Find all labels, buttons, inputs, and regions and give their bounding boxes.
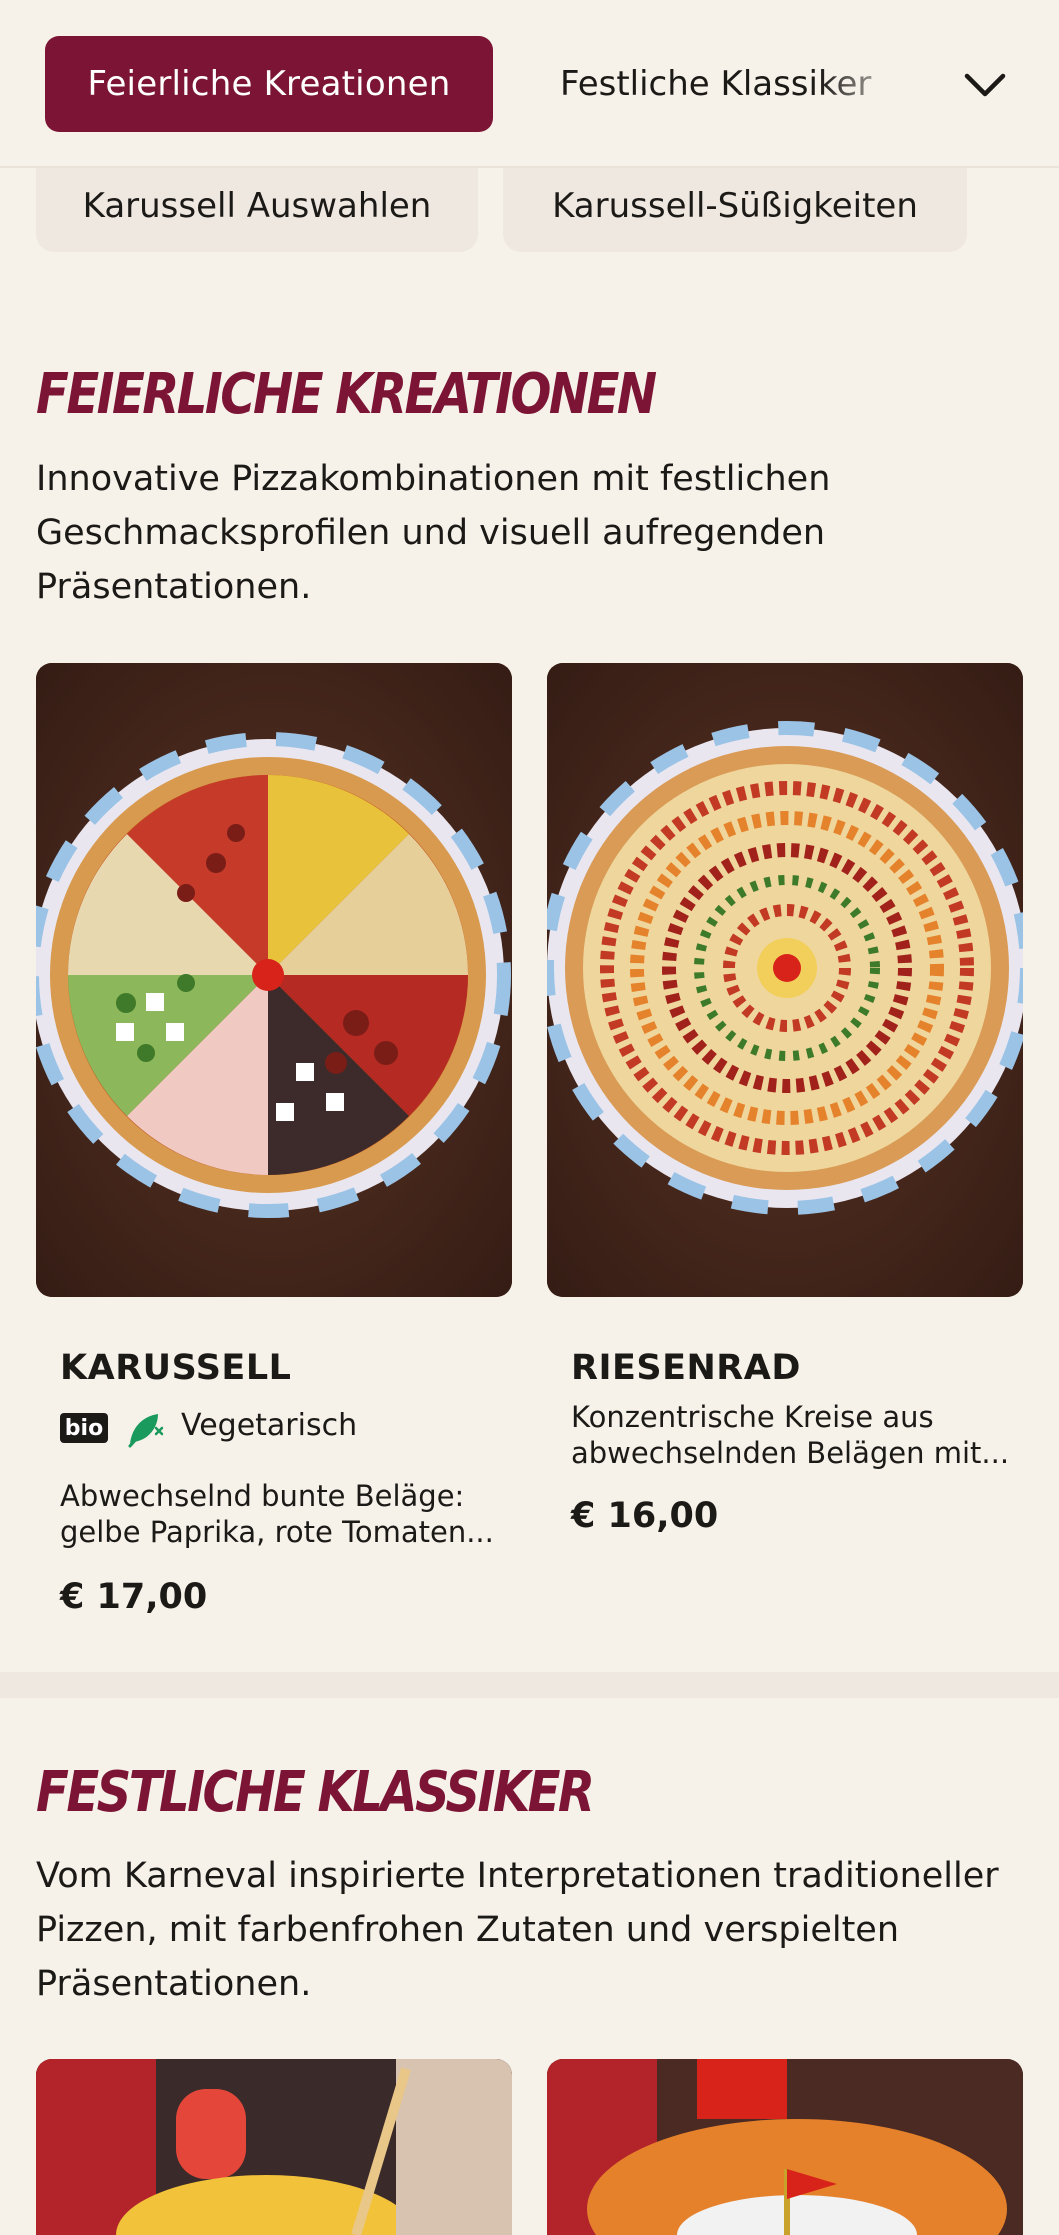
section-description: Innovative Pizzakombinationen mit festli… [36, 459, 831, 607]
tab-feierliche-kreationen[interactable]: Feierliche Kreationen [45, 36, 493, 132]
pizza-image-festliche-1[interactable] [36, 2059, 512, 2235]
section-description: Vom Karneval inspirierte Interpretatione… [36, 1856, 999, 2004]
item-price: € 16,00 [571, 1496, 719, 1536]
section-title-feierliche-kreationen: Feierliche Kreationen [36, 362, 657, 427]
diet-label: Vegetarisch [181, 1408, 358, 1443]
bio-badge: bio [60, 1413, 108, 1443]
pizza-image-festliche-2[interactable] [547, 2059, 1023, 2235]
vegetarian-leaf-icon [124, 1406, 168, 1450]
category-nav: Feierliche Kreationen Festliche Klassike… [0, 0, 1059, 168]
chevron-down-icon[interactable] [960, 60, 1010, 110]
item-description: Abwechselnd bunte Beläge: gelbe Paprika,… [60, 1479, 494, 1549]
item-name[interactable]: RIESENRAD [571, 1348, 801, 1388]
pizza-image-karussell[interactable] [36, 663, 512, 1297]
section-title-festliche-klassiker: Festliche Klassiker [36, 1760, 595, 1825]
item-name[interactable]: KARUSSELL [60, 1348, 291, 1388]
pizza-image-riesenrad[interactable] [547, 663, 1023, 1297]
item-price: € 17,00 [60, 1577, 208, 1617]
item-description: Konzentrische Kreise aus abwechselnden B… [571, 1400, 1010, 1470]
section-divider [0, 1672, 1059, 1698]
tab-overflow-fade [820, 36, 930, 132]
